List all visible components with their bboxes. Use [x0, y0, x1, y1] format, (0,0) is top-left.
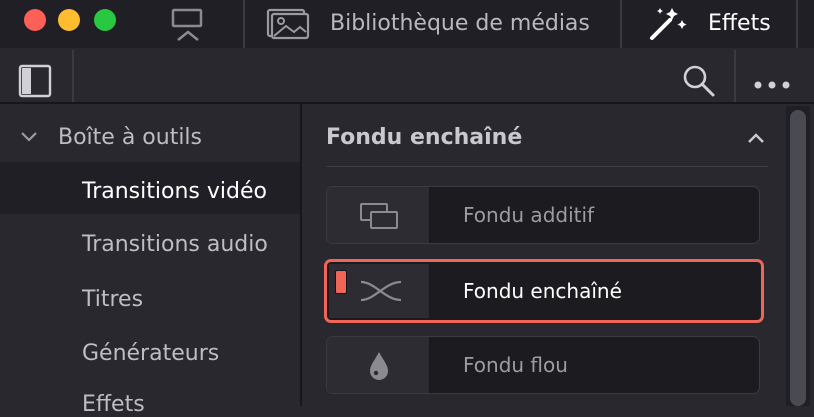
- effect-thumbnail: [327, 337, 431, 393]
- effect-item-cross-dissolve[interactable]: Fondu enchaîné: [324, 259, 764, 323]
- sidebar-item-audio-transitions[interactable]: Transitions audio: [82, 232, 268, 257]
- favorite-marker: [335, 270, 347, 294]
- effects-tab[interactable]: Effets: [708, 0, 771, 48]
- effect-item-blur-dissolve[interactable]: Fondu flou: [326, 336, 760, 394]
- sidebar-item-video-transitions[interactable]: Transitions vidéo: [82, 179, 267, 204]
- section-title: Fondu enchaîné: [326, 125, 523, 150]
- effect-label: Fondu flou: [463, 353, 568, 377]
- titlebar-divider: [796, 0, 798, 48]
- media-library-icon[interactable]: [266, 8, 310, 40]
- toolbar-divider: [72, 50, 74, 102]
- effect-item-additive-dissolve[interactable]: Fondu additif: [326, 186, 760, 244]
- search-icon[interactable]: [682, 64, 716, 98]
- titlebar-divider: [620, 0, 622, 48]
- effect-label: Fondu enchaîné: [463, 279, 622, 303]
- toolbar-divider: [734, 50, 736, 102]
- sidebar-item-effects[interactable]: Effets: [82, 392, 145, 417]
- magic-wand-icon[interactable]: [646, 4, 690, 44]
- cross-dissolve-icon: [357, 276, 405, 306]
- chevron-down-icon[interactable]: [20, 128, 38, 146]
- close-window-button[interactable]: [24, 9, 46, 31]
- collapse-section-icon[interactable]: [746, 130, 766, 146]
- blur-dissolve-icon: [367, 349, 391, 383]
- section-divider: [326, 166, 768, 167]
- zoom-window-button[interactable]: [94, 9, 116, 31]
- sidebar-item-generators[interactable]: Générateurs: [82, 341, 219, 366]
- sidebar-group-toolbox[interactable]: Boîte à outils: [58, 125, 202, 150]
- sidebar-item-titles[interactable]: Titres: [82, 287, 143, 312]
- titlebar-divider: [243, 0, 245, 48]
- effect-label: Fondu additif: [463, 203, 595, 227]
- toggle-sidebar-icon[interactable]: [18, 64, 54, 98]
- scrollbar-thumb[interactable]: [790, 110, 806, 406]
- fullscreen-viewer-icon[interactable]: [168, 6, 208, 42]
- additive-dissolve-icon: [357, 201, 401, 231]
- minimize-window-button[interactable]: [58, 9, 80, 31]
- media-library-tab[interactable]: Bibliothèque de médias: [330, 0, 590, 48]
- more-options-icon[interactable]: [752, 76, 794, 89]
- effect-thumbnail: [329, 264, 431, 318]
- effect-thumbnail: [327, 187, 431, 243]
